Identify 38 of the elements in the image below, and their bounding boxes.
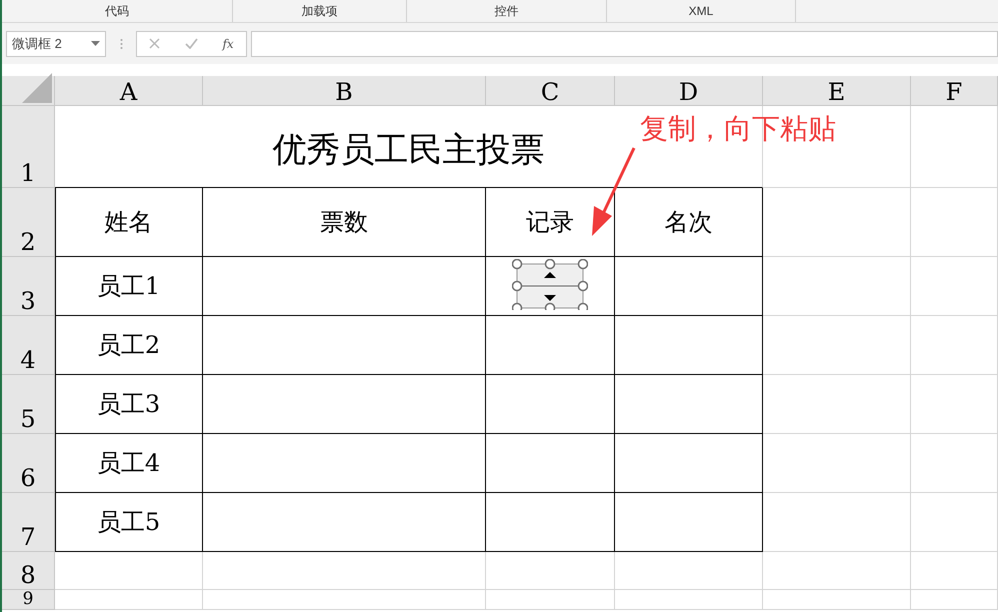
row-header[interactable]: 5 xyxy=(2,375,55,434)
column-heading: 姓名 xyxy=(55,188,203,257)
column-header[interactable]: F xyxy=(911,76,998,106)
row-header[interactable]: 7 xyxy=(2,493,55,552)
caret-icon xyxy=(91,41,100,46)
column-heading: 票数 xyxy=(203,188,486,257)
insert-function-button[interactable]: fx xyxy=(222,36,234,50)
ribbon-group-label: 加载项 xyxy=(233,0,407,22)
row-header[interactable]: 3 xyxy=(2,257,55,316)
grip-icon xyxy=(120,38,122,50)
annotation-text: 复制，向下粘贴 xyxy=(640,111,836,147)
row-header[interactable]: 8 xyxy=(2,552,55,590)
name-cell: 员工3 xyxy=(55,375,203,434)
check-icon[interactable] xyxy=(184,38,198,49)
column-header[interactable]: C xyxy=(486,76,615,106)
ribbon-group-label: XML xyxy=(607,0,796,22)
name-cell: 员工5 xyxy=(55,493,203,552)
row-header[interactable]: 6 xyxy=(2,434,55,493)
name-cell: 员工4 xyxy=(55,434,203,493)
row-header[interactable]: 4 xyxy=(2,316,55,375)
ribbon-group-label: 控件 xyxy=(407,0,607,22)
row-header[interactable]: 1 xyxy=(2,106,55,188)
formula-input-field[interactable] xyxy=(251,30,998,56)
select-all-button[interactable] xyxy=(2,76,55,106)
column-heading: 名次 xyxy=(615,188,763,257)
row-header[interactable]: 9 xyxy=(2,590,55,610)
spin-button[interactable] xyxy=(512,259,588,310)
cancel-icon[interactable] xyxy=(149,38,160,49)
column-header[interactable]: B xyxy=(203,76,486,106)
column-header[interactable]: A xyxy=(55,76,203,106)
name-box[interactable]: 微调框 2 xyxy=(6,30,106,56)
row-header[interactable]: 2 xyxy=(2,188,55,257)
select-all-icon xyxy=(22,73,52,103)
column-header[interactable]: D xyxy=(615,76,763,106)
name-cell: 员工2 xyxy=(55,316,203,375)
ribbon-group-label: 代码 xyxy=(2,0,233,22)
name-cell: 员工1 xyxy=(55,257,203,316)
column-header[interactable]: E xyxy=(763,76,911,106)
